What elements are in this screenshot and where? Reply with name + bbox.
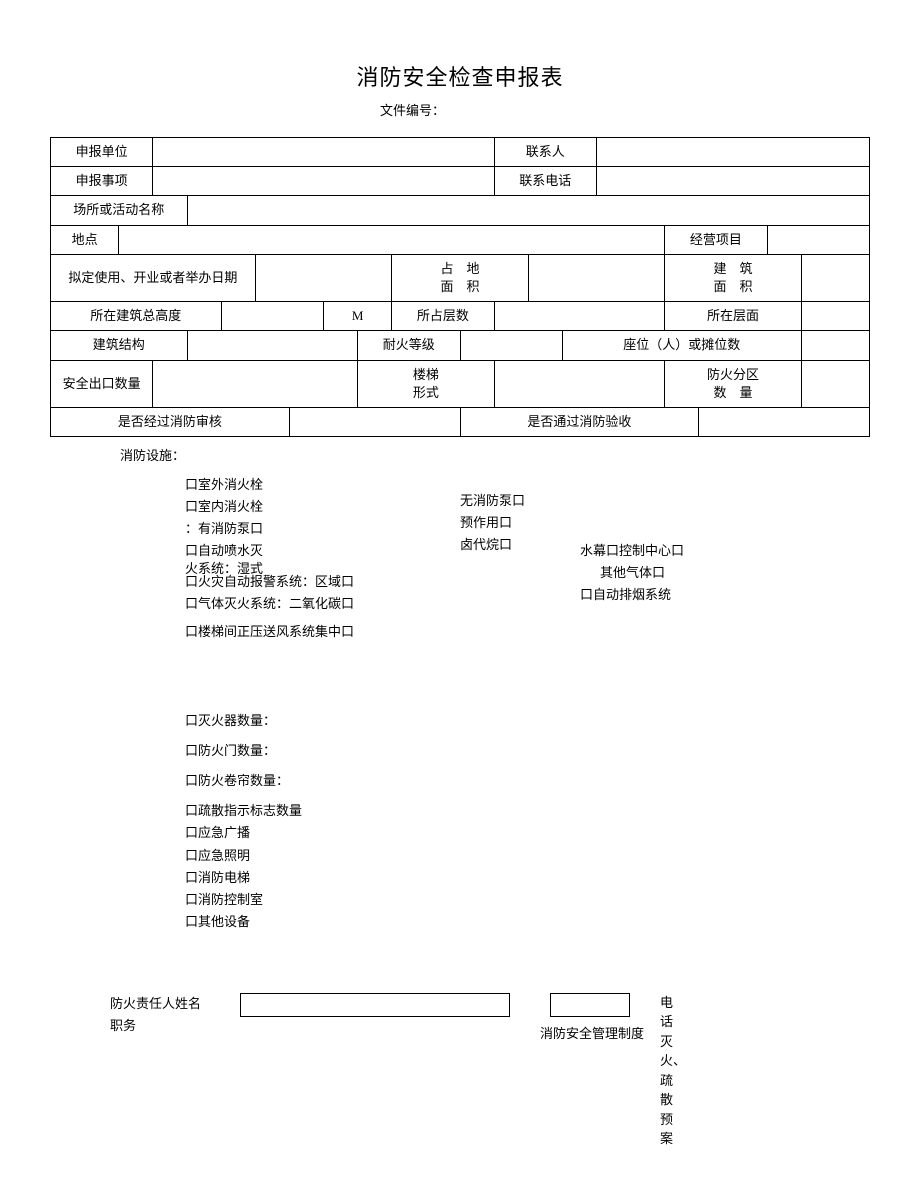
label-building-area: 建 筑 面 积 [665, 254, 802, 301]
form-title: 消防安全检查申报表 [50, 60, 870, 92]
label-application-item: 申报事项 [51, 167, 153, 196]
field-structure[interactable] [187, 331, 358, 360]
list2-9: 口消防控制室 [185, 889, 870, 911]
list2-7: 口消防电梯 [185, 867, 870, 889]
list2-10: 口其他设备 [185, 911, 870, 933]
field-stair-type[interactable] [494, 360, 665, 407]
list2-4: 口应急广播 [185, 822, 870, 844]
fac-a-1: 口室内消火栓 [185, 496, 445, 518]
label-seats: 座位（人）或摊位数 [562, 331, 801, 360]
list2-1: 口防火门数量： [185, 740, 870, 762]
field-floor-level[interactable] [801, 302, 869, 331]
facilities-area: 口室外消火栓 口室内消火栓 ：有消防泵口 口自动喷水灭 火系统：湿式 口火灾自动… [50, 470, 870, 670]
label-venue-name: 场所或活动名称 [51, 196, 188, 225]
mgmt-system-label: 消防安全管理制度 [540, 1023, 644, 1042]
side-vertical-label: 电话 灭火、疏散预案 [660, 993, 678, 1149]
label-fire-grade: 耐火等级 [358, 331, 460, 360]
facilities-col-b: 无消防泵口 预作用口 卤代烷口 [460, 490, 570, 556]
field-exit-count[interactable] [153, 360, 358, 407]
facilities-col-a: 口室外消火栓 口室内消火栓 ：有消防泵口 口自动喷水灭 火系统：湿式 口火灾自动… [185, 474, 445, 643]
fac-a-2: ：有消防泵口 [185, 518, 445, 540]
label-occupied-floors: 所占层数 [392, 302, 494, 331]
label-fire-zone: 防火分区 数 量 [665, 360, 802, 407]
fac-c-0: 水幕口控制中心口 [580, 540, 720, 562]
bottom-area: 防火责任人姓名 职务 消防安全管理制度 电话 灭火、疏散预案 [50, 993, 870, 1123]
fac-a-7: 口楼梯间正压送风系统集中口 [185, 621, 445, 643]
label-passed-acceptance: 是否通过消防验收 [460, 407, 699, 436]
label-applicant-unit: 申报单位 [51, 138, 153, 167]
field-occupied-floors[interactable] [494, 302, 665, 331]
facilities-section-label: 消防设施： [50, 445, 870, 464]
fac-b-0: 无消防泵口 [460, 490, 570, 512]
label-height-unit: M [324, 302, 392, 331]
field-address[interactable] [119, 225, 665, 254]
field-contact-person[interactable] [597, 138, 870, 167]
field-passed-acceptance[interactable] [699, 407, 870, 436]
label-exit-count: 安全出口数量 [51, 360, 153, 407]
list2-2: 口防火卷帘数量： [185, 770, 870, 792]
field-passed-review[interactable] [289, 407, 460, 436]
label-stair-type: 楼梯 形式 [358, 360, 495, 407]
fac-a-5: 口火灾自动报警系统：区域口 [185, 571, 445, 593]
doc-number-label: 文件编号： [380, 100, 870, 119]
list2-6: 口应急照明 [185, 845, 870, 867]
fac-c-2: 口自动排烟系统 [580, 584, 720, 606]
field-business-item[interactable] [767, 225, 869, 254]
field-building-height[interactable] [221, 302, 323, 331]
fac-b-1: 预作用口 [460, 512, 570, 534]
fac-a-6: 口气体灭火系统：二氧化碳口 [185, 593, 445, 615]
field-fire-grade[interactable] [460, 331, 562, 360]
label-land-area: 占 地 面 积 [392, 254, 529, 301]
field-land-area[interactable] [528, 254, 665, 301]
field-planned-date[interactable] [255, 254, 392, 301]
mgmt-field[interactable] [550, 993, 630, 1017]
label-passed-review: 是否经过消防审核 [51, 407, 290, 436]
label-address: 地点 [51, 225, 119, 254]
label-business-item: 经营项目 [665, 225, 767, 254]
label-structure: 建筑结构 [51, 331, 188, 360]
field-fire-zone[interactable] [801, 360, 869, 407]
label-floor-level: 所在层面 [665, 302, 802, 331]
fac-a-0: 口室外消火栓 [185, 474, 445, 496]
field-applicant-unit[interactable] [153, 138, 494, 167]
responsible-person-field[interactable] [240, 993, 510, 1017]
field-building-area[interactable] [801, 254, 869, 301]
responsible-person-label: 防火责任人姓名 职务 [110, 993, 201, 1037]
list2-0: 口灭火器数量： [185, 710, 870, 732]
label-contact-phone: 联系电话 [494, 167, 596, 196]
fac-b-3: 卤代烷口 [460, 534, 570, 556]
field-contact-phone[interactable] [597, 167, 870, 196]
label-building-height: 所在建筑总高度 [51, 302, 222, 331]
list2-3: 口疏散指示标志数量 [185, 800, 870, 822]
facilities-col-c: 水幕口控制中心口 其他气体口 口自动排烟系统 [580, 540, 720, 606]
fac-c-1: 其他气体口 [600, 562, 720, 584]
field-seats[interactable] [801, 331, 869, 360]
facilities-list-2: 口灭火器数量： 口防火门数量： 口防火卷帘数量： 口疏散指示标志数量 口应急广播… [50, 710, 870, 933]
label-contact-person: 联系人 [494, 138, 596, 167]
main-form-table: 申报单位 联系人 申报事项 联系电话 场所或活动名称 地点 经营项目 拟定使用、… [50, 137, 870, 437]
label-planned-date: 拟定使用、开业或者举办日期 [51, 254, 256, 301]
field-application-item[interactable] [153, 167, 494, 196]
field-venue-name[interactable] [187, 196, 870, 225]
